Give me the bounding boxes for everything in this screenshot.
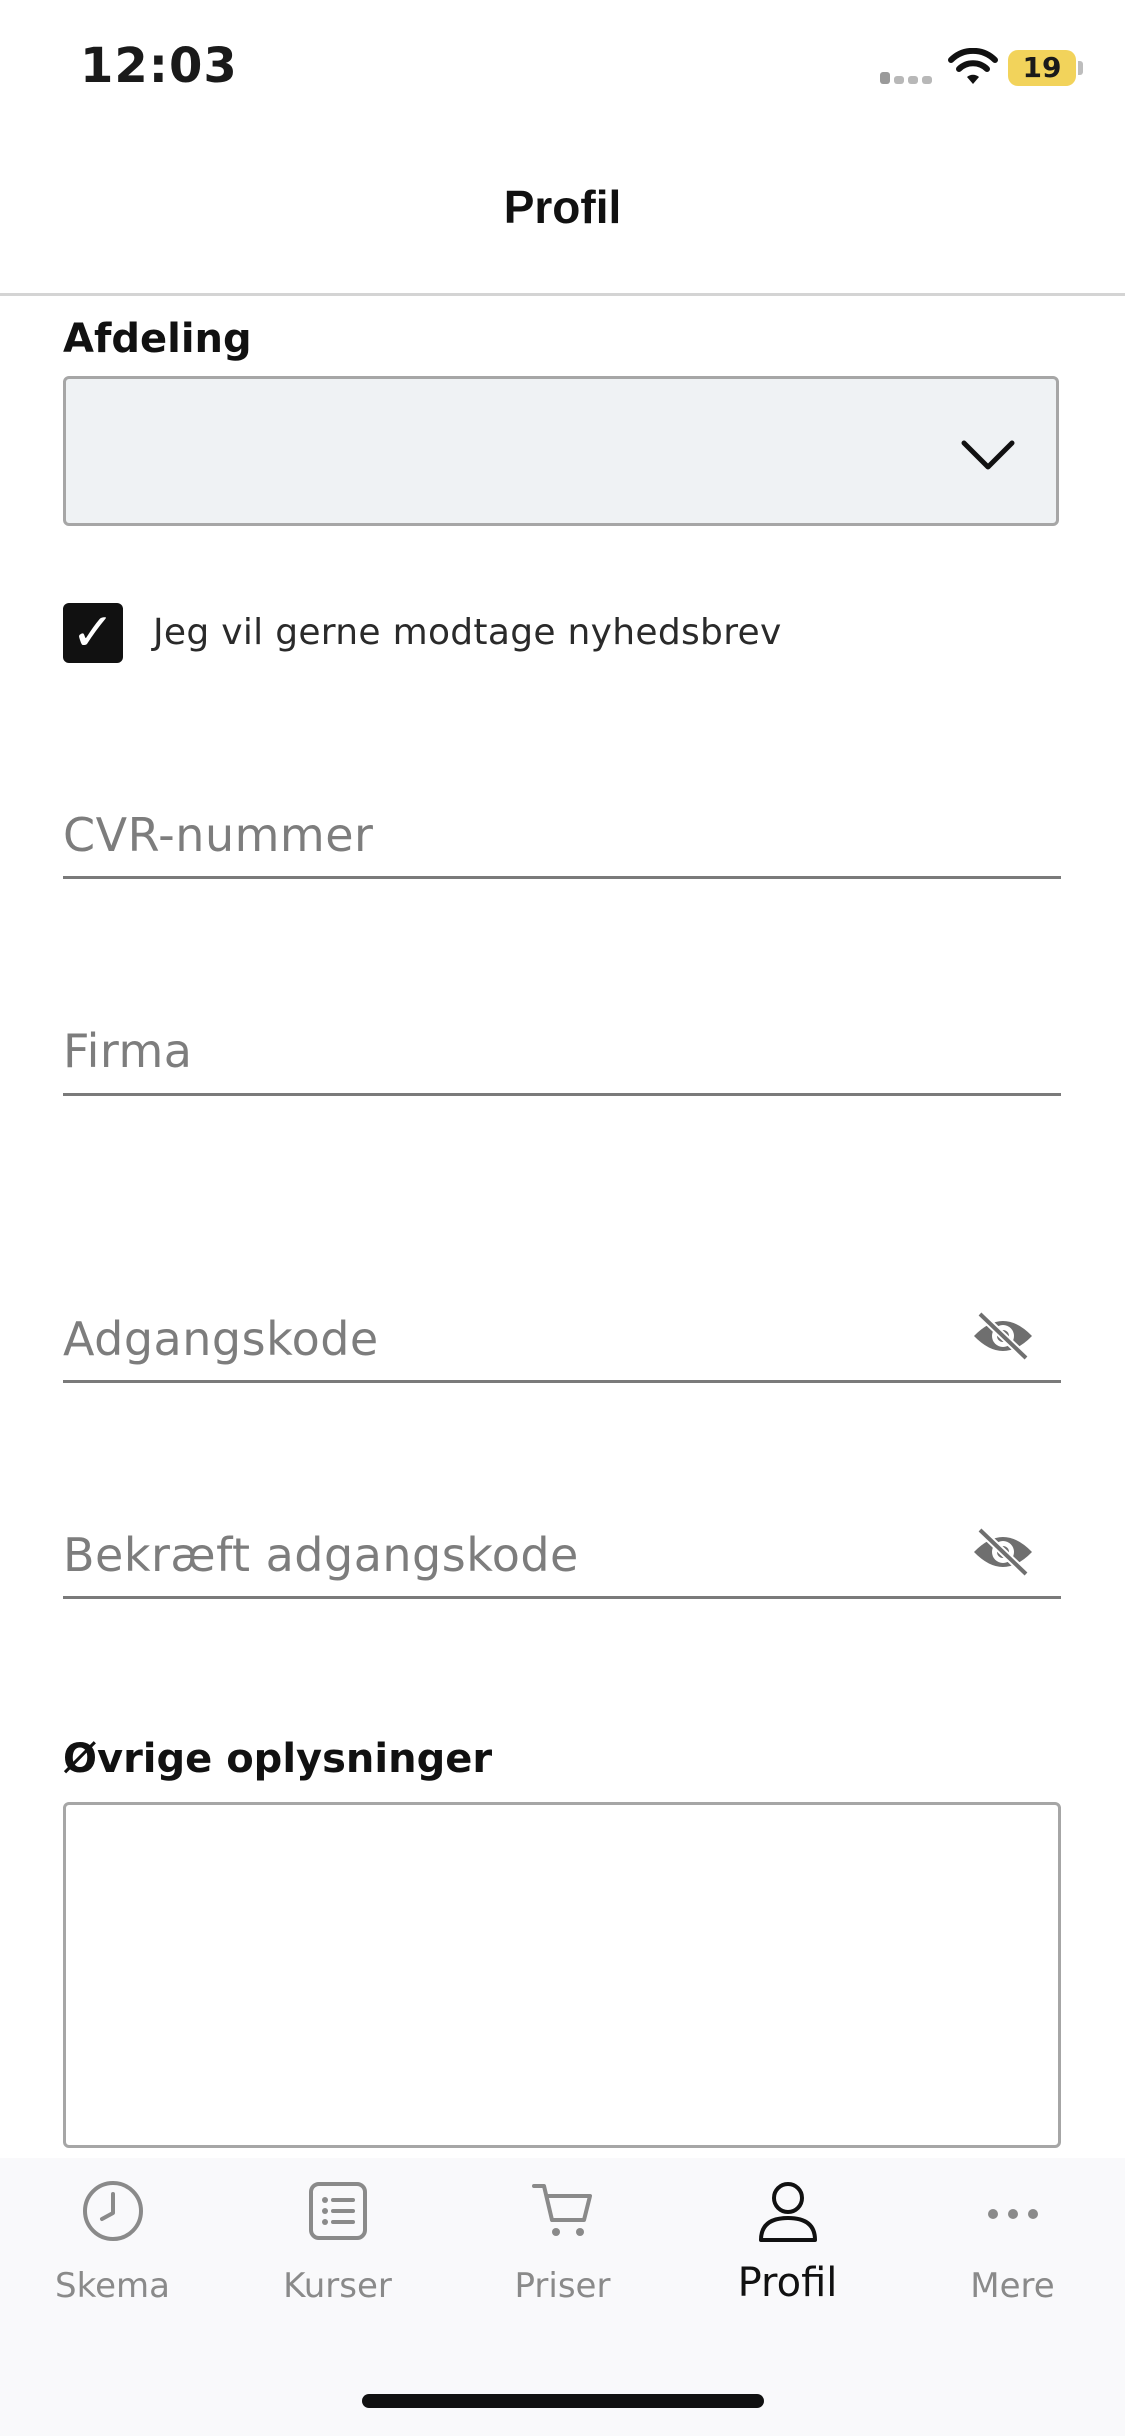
afdeling-select[interactable]	[63, 376, 1059, 526]
tab-label: Skema	[55, 2266, 170, 2306]
tab-label: Profil	[737, 2260, 838, 2306]
status-bar: 12:03 19	[0, 0, 1125, 140]
newsletter-label: Jeg vil gerne modtage nyhedsbrev	[153, 612, 782, 653]
other-info-label: Øvrige oplysninger	[63, 1736, 493, 1782]
page-title: Profil	[503, 181, 622, 233]
tab-kurser[interactable]: Kurser	[225, 2178, 450, 2338]
firma-underline	[63, 1093, 1061, 1096]
eye-off-icon[interactable]	[970, 1308, 1036, 1364]
afdeling-label: Afdeling	[63, 316, 252, 362]
cart-icon	[532, 2184, 592, 2236]
battery-tip	[1078, 61, 1083, 75]
chevron-down-icon	[961, 440, 1015, 470]
tab-mere[interactable]: Mere	[900, 2178, 1125, 2338]
cvr-underline	[63, 876, 1061, 879]
tab-label: Priser	[514, 2266, 611, 2306]
tab-profil[interactable]: Profil	[675, 2178, 900, 2338]
eye-off-icon[interactable]	[970, 1524, 1036, 1580]
confirm-password-input[interactable]: Bekræft adgangskode	[63, 1528, 579, 1582]
confirm-password-underline	[63, 1596, 1061, 1599]
tab-label: Kurser	[283, 2266, 392, 2306]
nav-divider	[0, 293, 1125, 296]
person-icon	[759, 2182, 817, 2242]
home-indicator	[362, 2394, 764, 2408]
tab-priser[interactable]: Priser	[450, 2178, 675, 2338]
status-time: 12:03	[80, 38, 238, 94]
password-underline	[63, 1380, 1061, 1383]
newsletter-checkbox[interactable]: ✓	[63, 603, 123, 663]
more-icon	[988, 2209, 1038, 2219]
firma-input[interactable]: Firma	[63, 1024, 193, 1078]
list-icon	[309, 2182, 367, 2240]
tab-skema[interactable]: Skema	[0, 2178, 225, 2338]
cellular-signal-icon	[880, 70, 936, 84]
password-input[interactable]: Adgangskode	[63, 1312, 379, 1366]
wifi-icon	[948, 48, 998, 84]
clock-icon	[83, 2181, 143, 2241]
cvr-input[interactable]: CVR-nummer	[63, 808, 373, 862]
other-info-textarea[interactable]	[63, 1802, 1061, 2148]
battery-icon: 19	[1008, 50, 1076, 86]
tab-label: Mere	[970, 2266, 1055, 2306]
